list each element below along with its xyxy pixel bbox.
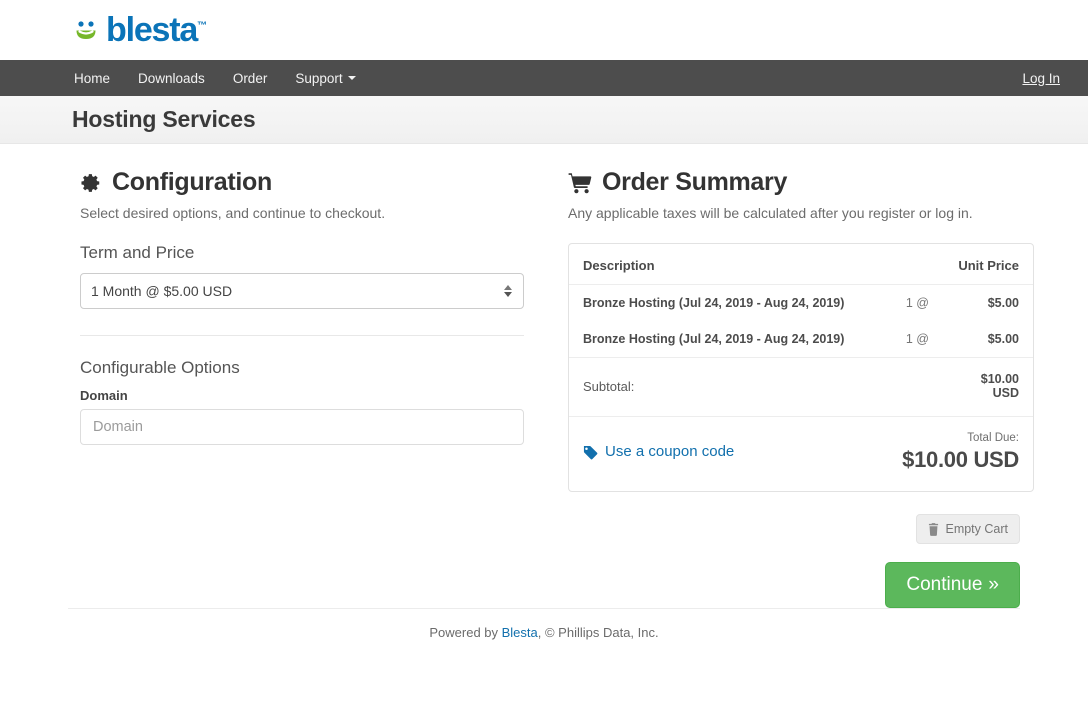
nav-label: Log In xyxy=(1022,71,1060,86)
continue-button[interactable]: Continue » xyxy=(885,562,1020,608)
configuration-subtext: Select desired options, and continue to … xyxy=(80,205,524,221)
line-item-qty: 1 @ xyxy=(873,285,943,322)
domain-field-label: Domain xyxy=(80,388,524,403)
trash-icon xyxy=(928,522,939,536)
continue-row: Continue » xyxy=(568,562,1020,608)
gear-icon xyxy=(80,168,102,197)
nav-item-login[interactable]: Log In xyxy=(1008,60,1088,96)
nav-item-home[interactable]: Home xyxy=(60,60,124,96)
configuration-column: Configuration Select desired options, an… xyxy=(68,168,536,608)
order-summary-table-body: Bronze Hosting (Jul 24, 2019 - Aug 24, 2… xyxy=(569,285,1033,417)
use-coupon-code-link[interactable]: Use a coupon code xyxy=(583,443,734,460)
content-columns: Configuration Select desired options, an… xyxy=(68,144,1020,608)
nav-label: Home xyxy=(74,71,110,86)
column-header-description: Description xyxy=(569,244,873,285)
order-summary-heading: Order Summary xyxy=(568,168,1020,197)
term-and-price-heading: Term and Price xyxy=(80,243,524,263)
nav-label: Order xyxy=(233,71,268,86)
nav-label: Support xyxy=(295,71,342,86)
subtotal-value: $10.00 USD xyxy=(943,358,1033,417)
footer-suffix: , © Phillips Data, Inc. xyxy=(538,625,659,640)
line-item-description: Bronze Hosting (Jul 24, 2019 - Aug 24, 2… xyxy=(569,321,873,358)
table-header-row: Description Unit Price xyxy=(569,244,1033,285)
blesta-smiley-icon xyxy=(72,15,102,45)
order-summary-footer: Use a coupon code Total Due: $10.00 USD xyxy=(569,416,1033,491)
table-row: Bronze Hosting (Jul 24, 2019 - Aug 24, 2… xyxy=(569,285,1033,322)
double-chevron-right-icon: » xyxy=(988,574,999,596)
column-header-qty xyxy=(873,244,943,285)
page-footer: Powered by Blesta, © Phillips Data, Inc. xyxy=(68,608,1020,640)
total-due-block: Total Due: $10.00 USD xyxy=(902,432,1019,473)
column-header-unit-price: Unit Price xyxy=(943,244,1033,285)
line-item-price: $5.00 xyxy=(943,321,1033,358)
order-summary-column: Order Summary Any applicable taxes will … xyxy=(556,168,1032,608)
configuration-heading-text: Configuration xyxy=(112,168,272,197)
logo-wordmark: blesta™ xyxy=(106,13,207,47)
footer-blesta-link[interactable]: Blesta xyxy=(502,625,538,640)
line-item-qty: 1 @ xyxy=(873,321,943,358)
line-item-price: $5.00 xyxy=(943,285,1033,322)
term-and-price-selected-value: 1 Month @ $5.00 USD xyxy=(91,283,232,299)
table-row: Bronze Hosting (Jul 24, 2019 - Aug 24, 2… xyxy=(569,321,1033,358)
configuration-heading: Configuration xyxy=(80,168,524,197)
logo-trademark: ™ xyxy=(197,21,207,32)
subtotal-label: Subtotal: xyxy=(569,358,873,417)
subtotal-spacer xyxy=(873,358,943,417)
order-summary-subtext: Any applicable taxes will be calculated … xyxy=(568,205,1020,221)
page-title-band: Hosting Services xyxy=(0,96,1088,144)
nav-item-order[interactable]: Order xyxy=(219,60,282,96)
logo-bar: blesta™ xyxy=(0,0,1088,60)
empty-cart-row: Empty Cart xyxy=(568,514,1020,544)
chevron-down-icon xyxy=(348,76,356,80)
navbar-account: Log In xyxy=(1008,60,1088,96)
tag-icon xyxy=(583,443,598,460)
line-item-description: Bronze Hosting (Jul 24, 2019 - Aug 24, 2… xyxy=(569,285,873,322)
nav-item-downloads[interactable]: Downloads xyxy=(124,60,219,96)
main-navbar: Home Downloads Order Support Log In xyxy=(0,60,1088,96)
term-and-price-select[interactable]: 1 Month @ $5.00 USD xyxy=(80,273,524,309)
select-stepper-icon xyxy=(504,285,512,297)
shopping-cart-icon xyxy=(568,168,592,197)
table-row-subtotal: Subtotal: $10.00 USD xyxy=(569,358,1033,417)
section-divider xyxy=(80,335,524,336)
use-coupon-code-label: Use a coupon code xyxy=(605,443,734,460)
empty-cart-label: Empty Cart xyxy=(945,522,1008,536)
empty-cart-button[interactable]: Empty Cart xyxy=(916,514,1020,544)
order-summary-panel: Description Unit Price Bronze Hosting (J… xyxy=(568,243,1034,492)
page-title: Hosting Services xyxy=(72,106,255,133)
configurable-options-heading: Configurable Options xyxy=(80,358,524,378)
order-summary-table: Description Unit Price Bronze Hosting (J… xyxy=(569,244,1033,416)
order-summary-heading-text: Order Summary xyxy=(602,168,787,197)
page-content: Configuration Select desired options, an… xyxy=(0,144,1088,608)
footer-prefix: Powered by xyxy=(429,625,501,640)
nav-label: Downloads xyxy=(138,71,205,86)
domain-input[interactable] xyxy=(80,409,524,445)
total-due-amount: $10.00 USD xyxy=(902,447,1019,473)
total-due-label: Total Due: xyxy=(902,432,1019,444)
nav-item-support[interactable]: Support xyxy=(281,60,369,96)
continue-label: Continue xyxy=(906,574,982,596)
site-logo[interactable]: blesta™ xyxy=(72,13,207,47)
navbar-links: Home Downloads Order Support xyxy=(60,60,370,96)
order-summary-table-head: Description Unit Price xyxy=(569,244,1033,285)
